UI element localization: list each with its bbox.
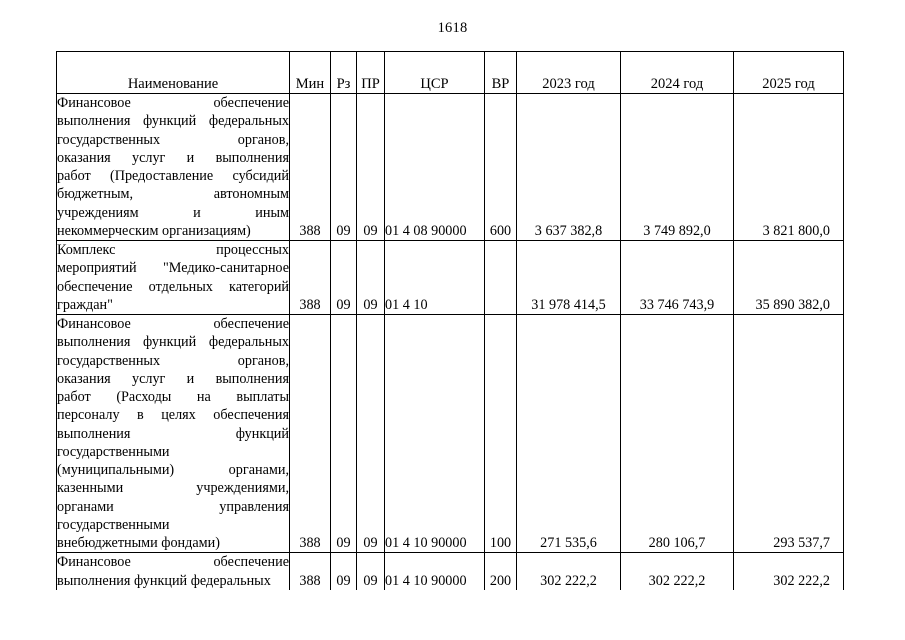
cell-pr: 09	[356, 240, 385, 315]
cell-name: Финансовое обеспечение выполнения функций…	[56, 552, 290, 590]
cell-csr: 01 4 10 90000	[384, 552, 485, 590]
cell-name-line: выполнения функций федеральных	[57, 334, 289, 351]
cell-name-line: казенными учреждениями,	[57, 480, 289, 497]
cell-csr: 01 4 10	[384, 240, 485, 315]
cell-year-2025: 293 537,7	[733, 313, 844, 554]
table-row: Финансовое обеспечение выполнения функций…	[56, 552, 844, 590]
cell-name-line: органами управления	[57, 498, 289, 515]
cell-name-line: выполнения функций федеральных	[57, 572, 271, 589]
cell-pr: 09	[356, 552, 385, 590]
cell-vr: 100	[484, 313, 517, 554]
column-header-vr: ВР	[484, 51, 517, 94]
cell-min: 388	[289, 240, 331, 315]
cell-name-line: внебюджетными фондами)	[57, 535, 220, 551]
cell-name-line: государственными	[57, 516, 170, 533]
table-body: Финансовое обеспечение выполнения функций…	[56, 93, 844, 590]
cell-year-2025: 3 821 800,0	[733, 93, 844, 241]
cell-name-line: бюджетным, автономным	[57, 186, 289, 203]
cell-year-2025: 35 890 382,0	[733, 240, 844, 315]
page-number: 1618	[437, 20, 468, 36]
cell-year-2025: 302 222,2	[733, 552, 844, 590]
cell-year-2024: 3 749 892,0	[620, 93, 734, 241]
column-header-pr: ПР	[356, 51, 385, 94]
cell-name-line: учреждениям и иным	[57, 204, 289, 221]
document-page: 1618 Наименование Мин Рз ПР ЦСР ВР 2023 …	[0, 0, 905, 640]
column-header-min: Мин	[289, 51, 331, 94]
cell-pr: 09	[356, 93, 385, 241]
cell-min: 388	[289, 93, 331, 241]
cell-name-line: государственными	[57, 443, 170, 460]
cell-name-line: (муниципальными) органами,	[57, 462, 289, 478]
cell-name-line: граждан"	[57, 296, 113, 313]
cell-name-line: Финансовое обеспечение	[57, 95, 289, 111]
cell-name-line: государственных органов,	[57, 131, 289, 148]
cell-name-line: некоммерческим организациям)	[57, 222, 251, 239]
cell-vr: 200	[484, 552, 517, 590]
table-row: Финансовое обеспечение выполнения функций…	[56, 313, 844, 554]
cell-name-line: Финансовое обеспечение	[57, 316, 289, 332]
cell-csr: 01 4 08 90000	[384, 93, 485, 241]
cell-vr	[484, 240, 517, 315]
column-header-name: Наименование	[56, 51, 290, 94]
table-header: Наименование Мин Рз ПР ЦСР ВР 2023 год 2…	[56, 51, 844, 94]
cell-name-line: Комплекс процессных	[57, 242, 289, 258]
table-header-row: Наименование Мин Рз ПР ЦСР ВР 2023 год 2…	[56, 51, 844, 94]
cell-name-line: выполнения функций	[57, 425, 289, 442]
cell-year-2024: 33 746 743,9	[620, 240, 734, 315]
cell-name-line: Финансовое обеспечение	[57, 554, 289, 571]
cell-name-line: оказания услуг и выполнения	[57, 149, 289, 166]
cell-vr: 600	[484, 93, 517, 241]
cell-name-line: обеспечение отдельных категорий	[57, 278, 289, 295]
cell-year-2023: 271 535,6	[516, 313, 621, 554]
cell-year-2023: 302 222,2	[516, 552, 621, 590]
table-row: Финансовое обеспечение выполнения функций…	[56, 93, 844, 241]
cell-name-line: выполнения функций федеральных	[57, 113, 289, 130]
cell-year-2023: 3 637 382,8	[516, 93, 621, 241]
cell-name-line: работ (Расходы на выплаты	[57, 389, 289, 405]
cell-year-2023: 31 978 414,5	[516, 240, 621, 315]
cell-min: 388	[289, 552, 331, 590]
cell-name: Финансовое обеспечение выполнения функций…	[56, 93, 290, 241]
budget-table: Наименование Мин Рз ПР ЦСР ВР 2023 год 2…	[56, 51, 844, 590]
cell-rz: 09	[330, 93, 357, 241]
cell-year-2024: 280 106,7	[620, 313, 734, 554]
cell-name: Финансовое обеспечение выполнения функций…	[56, 313, 290, 554]
cell-name-line: оказания услуг и выполнения	[57, 370, 289, 387]
cell-year-2024: 302 222,2	[620, 552, 734, 590]
cell-min: 388	[289, 313, 331, 554]
cell-name: Комплекс процессных мероприятий "Медико-с…	[56, 240, 290, 315]
cell-csr: 01 4 10 90000	[384, 313, 485, 554]
column-header-rz: Рз	[330, 51, 357, 94]
cell-name-line: государственных органов,	[57, 352, 289, 369]
cell-name-line: мероприятий "Медико-санитарное	[57, 260, 289, 277]
column-header-year-2023: 2023 год	[516, 51, 621, 94]
cell-rz: 09	[330, 552, 357, 590]
cell-rz: 09	[330, 313, 357, 554]
table-row: Комплекс процессных мероприятий "Медико-с…	[56, 240, 844, 315]
column-header-year-2025: 2025 год	[733, 51, 844, 94]
column-header-year-2024: 2024 год	[620, 51, 734, 94]
column-header-csr: ЦСР	[384, 51, 485, 94]
cell-pr: 09	[356, 313, 385, 554]
cell-name-line: персоналу в целях обеспечения	[57, 407, 289, 424]
cell-name-line: работ (Предоставление субсидий	[57, 168, 289, 184]
cell-rz: 09	[330, 240, 357, 315]
